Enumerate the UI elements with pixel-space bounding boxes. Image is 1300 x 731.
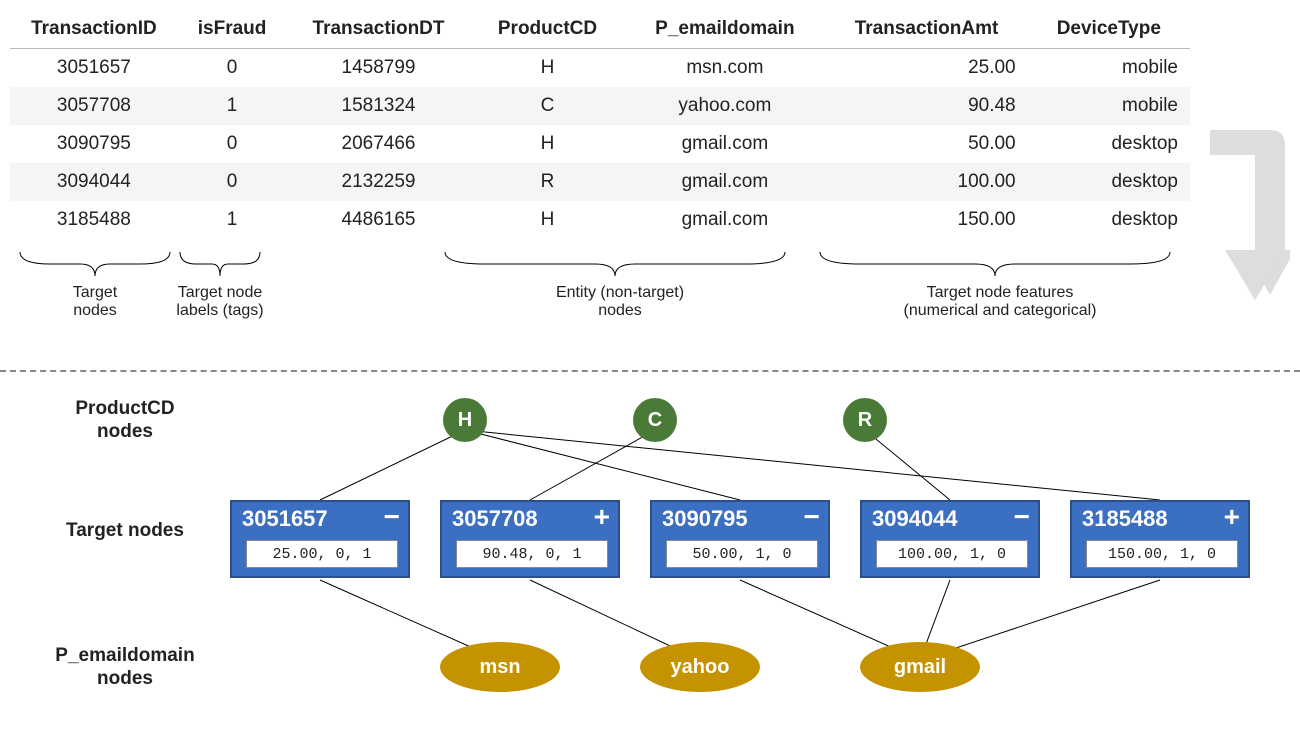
target-node: 3094044 − 100.00, 1, 0: [860, 500, 1040, 578]
brace-icon: [820, 252, 1170, 282]
minus-icon: −: [384, 506, 400, 528]
brace-icon: [20, 252, 170, 282]
minus-icon: −: [1014, 506, 1030, 528]
col-ProductCD: ProductCD: [471, 10, 625, 49]
row-label-emaildomain: P_emaildomainnodes: [30, 645, 220, 691]
target-feat: 25.00, 0, 1: [246, 540, 398, 568]
product-node-C: C: [633, 398, 677, 442]
target-id: 3185488: [1082, 506, 1168, 532]
annotation-target-nodes: Targetnodes: [35, 284, 155, 321]
target-node: 3057708 + 90.48, 0, 1: [440, 500, 620, 578]
col-isFraud: isFraud: [178, 10, 287, 49]
target-node: 3185488 + 150.00, 1, 0: [1070, 500, 1250, 578]
transactions-table: TransactionID isFraud TransactionDT Prod…: [10, 10, 1190, 239]
target-node: 3051657 − 25.00, 0, 1: [230, 500, 410, 578]
row-label-target: Target nodes: [40, 520, 210, 543]
plus-icon: +: [594, 506, 610, 528]
annotation-target-labels: Target nodelabels (tags): [160, 284, 280, 321]
target-feat: 100.00, 1, 0: [876, 540, 1028, 568]
annotation-target-features: Target node features(numerical and categ…: [850, 284, 1150, 321]
annotation-entity-nodes: Entity (non-target)nodes: [520, 284, 720, 321]
target-id: 3057708: [452, 506, 538, 532]
target-id: 3090795: [662, 506, 748, 532]
target-feat: 150.00, 1, 0: [1086, 540, 1238, 568]
down-arrow-icon: [1200, 120, 1290, 320]
row-label-productcd: ProductCDnodes: [60, 398, 190, 444]
col-P_emaildomain: P_emaildomain: [624, 10, 825, 49]
table-header-row: TransactionID isFraud TransactionDT Prod…: [10, 10, 1190, 49]
target-feat: 50.00, 1, 0: [666, 540, 818, 568]
table-row: 3185488 1 4486165 H gmail.com 150.00 des…: [10, 201, 1190, 239]
graph-diagram: ProductCDnodes Target nodes P_emaildomai…: [0, 380, 1300, 720]
target-id: 3094044: [872, 506, 958, 532]
email-node-yahoo: yahoo: [640, 642, 760, 692]
brace-icon: [180, 252, 260, 282]
table-body: 3051657 0 1458799 H msn.com 25.00 mobile…: [10, 49, 1190, 240]
product-node-H: H: [443, 398, 487, 442]
email-node-gmail: gmail: [860, 642, 980, 692]
minus-icon: −: [804, 506, 820, 528]
col-DeviceType: DeviceType: [1028, 10, 1190, 49]
brace-icon: [445, 252, 785, 282]
col-TransactionID: TransactionID: [10, 10, 178, 49]
divider: [0, 370, 1300, 372]
plus-icon: +: [1224, 506, 1240, 528]
product-node-R: R: [843, 398, 887, 442]
col-TransactionAmt: TransactionAmt: [825, 10, 1027, 49]
table-row: 3094044 0 2132259 R gmail.com 100.00 des…: [10, 163, 1190, 201]
email-node-msn: msn: [440, 642, 560, 692]
col-TransactionDT: TransactionDT: [286, 10, 470, 49]
target-feat: 90.48, 0, 1: [456, 540, 608, 568]
table-row: 3090795 0 2067466 H gmail.com 50.00 desk…: [10, 125, 1190, 163]
target-node: 3090795 − 50.00, 1, 0: [650, 500, 830, 578]
table-row: 3051657 0 1458799 H msn.com 25.00 mobile: [10, 49, 1190, 88]
diagram-root: TransactionID isFraud TransactionDT Prod…: [0, 0, 1300, 731]
target-id: 3051657: [242, 506, 328, 532]
table-row: 3057708 1 1581324 C yahoo.com 90.48 mobi…: [10, 87, 1190, 125]
